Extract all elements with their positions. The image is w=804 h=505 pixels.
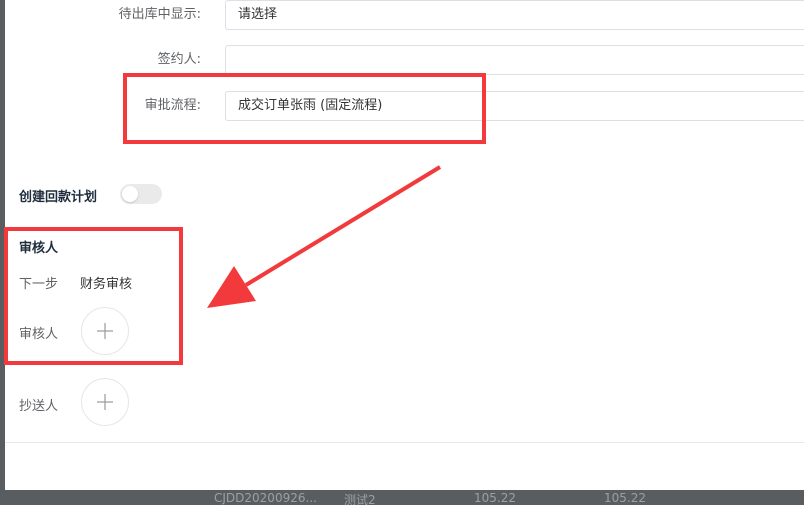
footer-divider	[5, 442, 804, 443]
approval-flow-select[interactable]: 成交订单张雨 (固定流程)	[225, 91, 804, 121]
bg-amount-2: 105.22	[604, 491, 646, 505]
next-step-label: 下一步	[19, 277, 59, 292]
add-reviewer-button[interactable]	[81, 307, 129, 355]
cc-label: 抄送人	[19, 399, 59, 414]
approval-flow-label: 审批流程:	[144, 98, 201, 113]
repayment-plan-switch[interactable]	[120, 184, 162, 204]
next-step-value: 财务审核	[80, 277, 133, 292]
switch-knob	[122, 186, 138, 202]
bg-link: 测试2	[344, 493, 376, 505]
plus-icon	[97, 323, 113, 339]
dialog: 待出库中显示: 请选择 签约人: 审批流程: 成交订单张雨 (固定流程) 创建回…	[5, 0, 804, 493]
background-table-row: CJDD20200926... 测试2 105.22 105.22	[0, 490, 804, 505]
bg-order-code: CJDD20200926...	[214, 491, 317, 505]
bg-amount-1: 105.22	[474, 491, 516, 505]
form-row-approval-flow: 审批流程: 成交订单张雨 (固定流程)	[5, 91, 804, 137]
add-cc-button[interactable]	[81, 378, 129, 426]
plus-icon	[97, 394, 113, 410]
signer-input[interactable]	[225, 45, 804, 75]
reviewer-section-title: 审核人	[19, 241, 59, 256]
repayment-plan-label: 创建回款计划	[19, 190, 98, 205]
form-row-signer: 签约人:	[5, 45, 804, 91]
outbound-display-label: 待出库中显示:	[118, 7, 201, 22]
signer-label: 签约人:	[157, 52, 201, 67]
form-row-outbound-display: 待出库中显示: 请选择	[5, 0, 804, 46]
outbound-display-select[interactable]: 请选择	[225, 0, 804, 30]
reviewer-label: 审核人	[19, 327, 59, 342]
